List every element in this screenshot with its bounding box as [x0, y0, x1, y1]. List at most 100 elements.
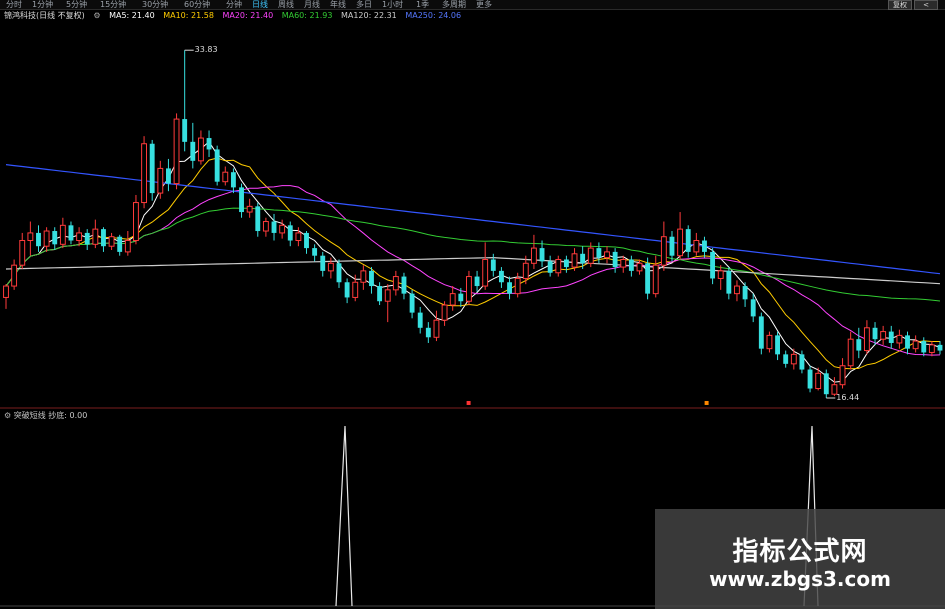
candle-body — [124, 240, 131, 253]
candle-body — [197, 137, 204, 162]
candle-body — [433, 319, 440, 338]
indicator-spike — [335, 425, 353, 607]
candle-body — [620, 258, 627, 268]
candle-body — [157, 167, 164, 194]
candle-body — [636, 262, 643, 272]
candle-body — [92, 228, 99, 245]
candle-body — [222, 171, 229, 183]
candle-body — [815, 372, 822, 390]
candle-body — [295, 232, 302, 242]
candle-body — [539, 248, 545, 262]
candle-body — [645, 263, 651, 294]
event-marker-icon[interactable]: ▪ — [704, 398, 709, 407]
candle-body — [888, 331, 894, 343]
candle-body — [360, 270, 367, 283]
candle-body — [336, 263, 342, 283]
candle-body — [271, 221, 277, 233]
candle-body — [856, 339, 862, 351]
candle-body — [734, 285, 740, 295]
candle-body — [685, 229, 691, 252]
candle-body — [246, 205, 253, 213]
candle-body — [279, 224, 286, 234]
candle-body — [206, 138, 212, 150]
candle-body — [766, 334, 773, 350]
candle-body — [580, 253, 586, 264]
candle-body — [530, 247, 537, 264]
candle-body — [312, 248, 318, 256]
candle-body — [750, 299, 756, 317]
candle-body — [409, 293, 415, 313]
candle-body — [726, 270, 732, 294]
watermark-url: www.zbgs3.com — [709, 567, 891, 591]
candle-body — [799, 354, 805, 370]
candle-body — [847, 338, 854, 367]
candle-body — [214, 149, 220, 182]
candle-body — [466, 276, 472, 302]
candle-body — [327, 262, 334, 272]
watermark-title: 指标公式网 — [732, 537, 868, 567]
candle-body — [937, 344, 943, 351]
event-marker-icon[interactable]: ▪ — [466, 398, 471, 407]
candle-body — [628, 259, 634, 271]
candle-body — [547, 261, 553, 273]
candle-body — [880, 331, 887, 340]
candle-body — [474, 276, 480, 287]
candle-body — [11, 264, 18, 287]
candle-body — [133, 202, 139, 242]
candle-body — [401, 276, 407, 294]
candle-body — [52, 231, 58, 245]
candle-body — [514, 277, 521, 295]
candle-body — [230, 172, 236, 188]
candle-body — [775, 335, 781, 355]
candle-body — [839, 365, 846, 386]
candle-body — [717, 270, 724, 279]
candle-body — [239, 187, 244, 213]
ma60-line — [5, 207, 941, 302]
candle-body — [758, 316, 764, 349]
candle-body — [604, 251, 610, 259]
candle-body — [896, 334, 903, 344]
candle-body — [384, 289, 391, 302]
candle-body — [790, 353, 797, 365]
candle-body — [669, 236, 675, 256]
candlestick-chart[interactable] — [0, 0, 945, 410]
candle-body — [165, 168, 171, 184]
candle-body — [823, 373, 829, 395]
candle-body — [555, 258, 562, 274]
candle-body — [352, 281, 359, 298]
candle-body — [807, 369, 813, 389]
candle-body — [449, 293, 456, 306]
high-price-label: 33.83 — [194, 45, 218, 55]
candle-body — [369, 270, 374, 287]
candle-body — [84, 232, 90, 245]
candle-body — [304, 232, 309, 249]
candle-body — [287, 225, 293, 241]
candle-body — [742, 286, 748, 300]
candle-body — [783, 354, 789, 364]
candle-body — [377, 286, 383, 302]
candle-body — [262, 221, 269, 232]
candle-body — [458, 293, 464, 302]
candle-body — [182, 119, 188, 142]
candle-body — [905, 335, 910, 349]
candle-body — [660, 236, 667, 266]
candle-body — [344, 282, 350, 298]
candle-body — [320, 255, 326, 271]
candle-body — [76, 232, 83, 242]
candle-body — [190, 141, 196, 161]
candle-body — [612, 251, 618, 268]
candle-body — [425, 327, 431, 338]
candle-body — [43, 230, 50, 247]
ma120-line — [5, 256, 941, 285]
kline-stage: 分时 1分钟 5分钟 15分钟 30分钟 60分钟 分钟 日线 周线 月线 年线 多日 1小时 1季 多周期… — [0, 0, 945, 609]
candle-body — [68, 225, 74, 241]
candle-body — [522, 262, 529, 279]
candle-body — [710, 251, 716, 279]
candle-body — [255, 206, 261, 232]
candle-body — [693, 240, 700, 253]
candle-body — [101, 229, 106, 247]
candle-body — [677, 228, 684, 257]
candle-body — [482, 258, 489, 287]
candle-body — [173, 118, 180, 185]
candle-body — [36, 232, 41, 247]
